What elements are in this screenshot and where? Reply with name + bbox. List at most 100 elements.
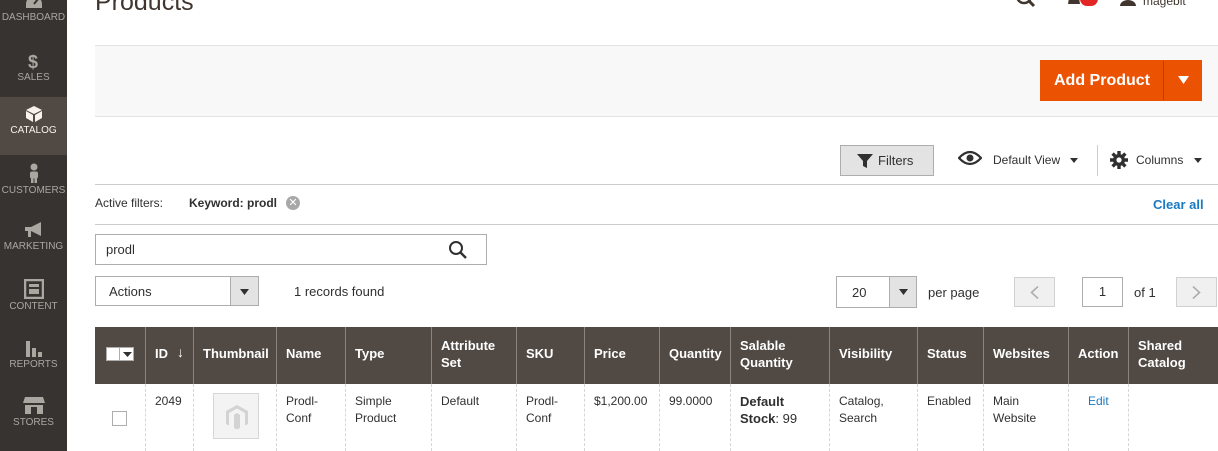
- remove-filter-icon[interactable]: ✕: [286, 196, 300, 210]
- per-page-label: per page: [928, 285, 980, 300]
- keyword-search-input[interactable]: prodl: [95, 234, 487, 265]
- caret-down-icon: [240, 289, 249, 295]
- sidebar-item-content[interactable]: CONTENT: [0, 271, 67, 329]
- column-header-websites[interactable]: Websites: [983, 327, 1068, 384]
- sidebar-item-sales[interactable]: $ SALES: [0, 44, 67, 102]
- product-thumbnail[interactable]: [213, 393, 259, 439]
- column-header-price[interactable]: Price: [584, 327, 659, 384]
- column-header-id[interactable]: ID ↓: [145, 327, 193, 384]
- mass-actions-toggle[interactable]: [230, 277, 258, 305]
- column-header-action: Action: [1068, 327, 1128, 384]
- user-icon[interactable]: [1118, 0, 1138, 8]
- sort-arrow-icon: ↓: [177, 344, 184, 360]
- current-page-input[interactable]: 1: [1082, 277, 1123, 307]
- column-label: Thumbnail: [203, 346, 269, 361]
- caret-down-icon[interactable]: [1194, 158, 1202, 163]
- chevron-left-icon: [1030, 286, 1039, 299]
- previous-page-button[interactable]: [1014, 277, 1055, 307]
- storefront-icon: [22, 397, 45, 414]
- page-title: Products: [95, 0, 194, 16]
- sidebar-item-label: CONTENT: [9, 301, 58, 312]
- default-view-dropdown[interactable]: Default View: [993, 153, 1060, 167]
- sidebar-item-stores[interactable]: STORES: [0, 387, 67, 445]
- column-header-thumbnail[interactable]: Thumbnail: [193, 327, 276, 384]
- sidebar-item-label: REPORTS: [9, 359, 58, 370]
- column-header-name[interactable]: Name: [276, 327, 345, 384]
- bar-chart-icon: [25, 341, 42, 357]
- cell-thumbnail: [193, 384, 276, 451]
- notification-badge: [1080, 0, 1098, 6]
- column-header-attribute-set[interactable]: Attribute Set: [431, 327, 516, 384]
- filters-button[interactable]: Filters: [840, 145, 934, 176]
- column-header-status[interactable]: Status: [917, 327, 983, 384]
- cell-status: Enabled: [917, 384, 983, 451]
- magento-logo-icon: [226, 405, 248, 430]
- columns-dropdown[interactable]: Columns: [1136, 153, 1183, 167]
- layout-icon: [23, 279, 44, 299]
- sidebar-item-label: STORES: [13, 417, 54, 428]
- column-header-quantity[interactable]: Quantity: [659, 327, 730, 384]
- add-product-label[interactable]: Add Product: [1041, 61, 1163, 100]
- gear-icon: [1110, 151, 1128, 169]
- select-all-checkbox[interactable]: [106, 347, 134, 361]
- per-page-toggle[interactable]: [889, 277, 916, 307]
- column-header-sku[interactable]: SKU: [516, 327, 584, 384]
- sidebar-item-label: MARKETING: [3, 241, 64, 252]
- dollar-icon: $: [28, 52, 38, 70]
- caret-down-icon[interactable]: [1070, 158, 1078, 163]
- svg-text:$: $: [28, 52, 38, 70]
- sidebar-item-label: CUSTOMERS: [1, 185, 66, 196]
- edit-link[interactable]: Edit: [1088, 393, 1109, 410]
- per-page-select[interactable]: 20: [836, 276, 917, 308]
- search-icon[interactable]: [1015, 0, 1037, 8]
- mass-actions-label: Actions: [109, 284, 152, 299]
- sidebar-item-dashboard[interactable]: DASHBOARD: [0, 0, 67, 44]
- column-header-shared-catalog[interactable]: Shared Catalog: [1128, 327, 1218, 384]
- caret-down-icon: [899, 289, 908, 295]
- filters-label: Filters: [878, 153, 914, 168]
- sidebar-item-reports[interactable]: REPORTS: [0, 329, 67, 387]
- cell-attribute-set: Default: [431, 384, 516, 451]
- cell-websites: Main Website: [983, 384, 1068, 451]
- sidebar-item-catalog[interactable]: CATALOG: [0, 97, 67, 155]
- next-page-button[interactable]: [1176, 277, 1217, 307]
- per-page-value: 20: [852, 285, 867, 300]
- user-menu[interactable]: magebit: [1143, 0, 1186, 8]
- chevron-right-icon: [1192, 286, 1201, 299]
- funnel-icon: [857, 154, 873, 168]
- sidebar-item-marketing[interactable]: MARKETING: [0, 213, 67, 271]
- cell-type: Simple Product: [345, 384, 431, 451]
- eye-icon: [958, 150, 982, 166]
- column-select-all[interactable]: [95, 327, 145, 384]
- column-label: Salable Quantity: [740, 338, 793, 370]
- caret-down-icon: [123, 352, 132, 357]
- active-filter-keyword: Keyword: prodl: [189, 196, 278, 210]
- megaphone-icon: [24, 222, 41, 237]
- search-icon[interactable]: [448, 240, 468, 260]
- clear-all-link[interactable]: Clear all: [1153, 197, 1204, 212]
- admin-sidebar: DASHBOARD $ SALES CATALOG CUSTOMERS MARK…: [0, 0, 67, 451]
- add-product-toggle[interactable]: [1163, 61, 1202, 100]
- sidebar-item-customers[interactable]: CUSTOMERS: [0, 155, 67, 213]
- cell-price: $1,200.00: [584, 384, 659, 451]
- dashboard-icon: [25, 0, 42, 8]
- mass-actions-select[interactable]: Actions: [95, 276, 259, 306]
- person-icon: [29, 163, 38, 183]
- row-checkbox[interactable]: [112, 411, 127, 426]
- column-label: Status: [927, 346, 967, 361]
- search-input-value: prodl: [106, 242, 135, 257]
- page-actions-bar: Add Product: [95, 45, 1218, 117]
- table-row[interactable]: 2049 Prodl-Conf Simple Product Default P…: [95, 384, 1218, 451]
- caret-down-icon: [1178, 76, 1189, 84]
- column-label: Attribute Set: [441, 338, 496, 370]
- column-header-type[interactable]: Type: [345, 327, 431, 384]
- column-header-salable-quantity[interactable]: Salable Quantity: [730, 327, 829, 384]
- column-header-visibility[interactable]: Visibility: [829, 327, 917, 384]
- divider: [95, 184, 1218, 185]
- column-label: Type: [355, 346, 385, 361]
- grid-header: ID ↓ Thumbnail Name Type Attribute Set S…: [95, 327, 1218, 384]
- add-product-button[interactable]: Add Product: [1040, 60, 1202, 101]
- salable-stock-value: : 99: [775, 411, 798, 426]
- cell-quantity: 99.0000: [659, 384, 730, 451]
- column-label: Websites: [993, 346, 1050, 361]
